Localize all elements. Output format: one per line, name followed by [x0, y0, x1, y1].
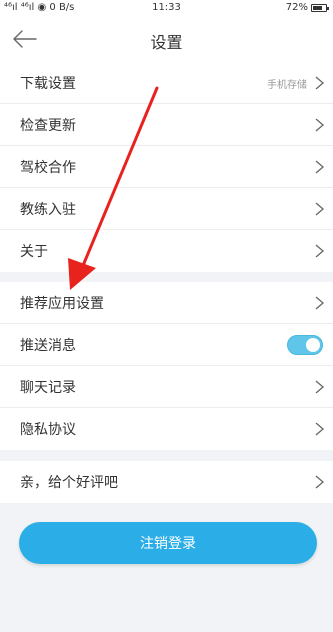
- chevron-right-icon: [315, 244, 324, 258]
- storage-value: 手机存储: [267, 79, 307, 91]
- chevron-right-icon: [315, 202, 324, 216]
- row-label: 聊天记录: [20, 379, 76, 396]
- status-right: 72%: [285, 2, 329, 13]
- row-right: [313, 408, 325, 450]
- battery-icon: [311, 3, 329, 12]
- toggle-knob: [306, 338, 320, 352]
- battery-fill: [313, 5, 322, 10]
- settings-group-rate: 亲，给个好评吧: [0, 461, 333, 503]
- row-chat-history[interactable]: 聊天记录: [0, 366, 333, 408]
- row-right: [313, 230, 325, 272]
- logout-button[interactable]: 注销登录: [19, 522, 317, 564]
- row-right: [287, 324, 323, 366]
- row-right: 手机存储: [267, 62, 325, 104]
- row-right: [313, 282, 325, 324]
- row-about[interactable]: 关于: [0, 230, 333, 272]
- row-label: 关于: [20, 244, 48, 260]
- row-label: 检查更新: [20, 117, 76, 134]
- row-label: 驾校合作: [20, 159, 76, 176]
- settings-group-app: 推荐应用设置 推送消息 聊天记录 隐私协议: [0, 282, 333, 450]
- row-right: [313, 146, 325, 188]
- chevron-right-icon: [315, 160, 324, 174]
- chevron-right-icon: [315, 422, 324, 436]
- settings-group-general: 下载设置 手机存储 检查更新 驾校合作 教练入驻 关于: [0, 62, 333, 272]
- row-rate-app[interactable]: 亲，给个好评吧: [0, 461, 333, 503]
- chevron-right-icon: [315, 118, 324, 132]
- row-privacy-policy[interactable]: 隐私协议: [0, 408, 333, 450]
- status-time: 11:33: [152, 2, 181, 13]
- row-right: [313, 461, 325, 503]
- page-title: 设置: [150, 33, 183, 52]
- push-toggle[interactable]: [287, 335, 323, 355]
- nav-bar: 设置: [0, 17, 333, 62]
- row-right: [313, 104, 325, 146]
- row-label: 隐私协议: [20, 422, 76, 438]
- row-label: 教练入驻: [20, 201, 76, 218]
- row-label: 亲，给个好评吧: [20, 475, 118, 491]
- chevron-right-icon: [315, 76, 324, 90]
- row-right: [313, 188, 325, 230]
- row-label: 推送消息: [20, 337, 76, 354]
- chevron-right-icon: [315, 296, 324, 310]
- chevron-right-icon: [315, 475, 324, 489]
- row-coach-join[interactable]: 教练入驻: [0, 188, 333, 230]
- row-download-settings[interactable]: 下载设置 手机存储: [0, 62, 333, 104]
- row-label: 推荐应用设置: [20, 295, 104, 312]
- row-push-messages: 推送消息: [0, 324, 333, 366]
- row-label: 下载设置: [20, 75, 76, 92]
- row-school-cooperation[interactable]: 驾校合作: [0, 146, 333, 188]
- status-bar: ⁴⁶ıl ⁴⁶ıl ◉ 0 B/s 11:33 72%: [0, 0, 333, 17]
- row-check-update[interactable]: 检查更新: [0, 104, 333, 146]
- chevron-right-icon: [315, 380, 324, 394]
- row-recommend-app-settings[interactable]: 推荐应用设置: [0, 282, 333, 324]
- battery-percent: 72%: [285, 2, 308, 13]
- row-right: [313, 366, 325, 408]
